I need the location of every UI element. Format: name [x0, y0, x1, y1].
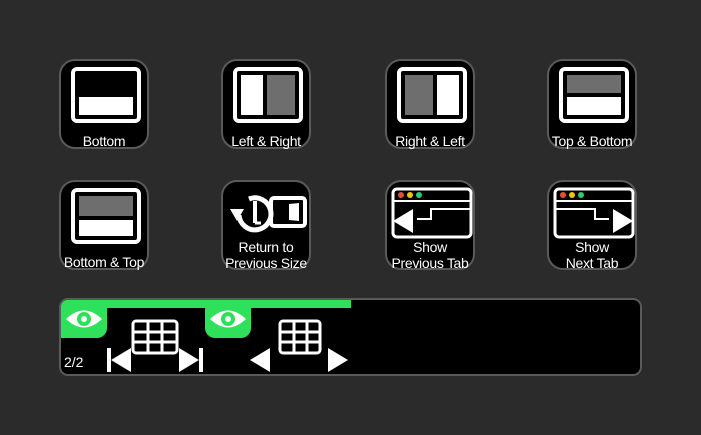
window-bottom-half-icon [71, 67, 141, 123]
restore-window-icon [230, 195, 307, 233]
prev-next-grid-control[interactable] [248, 318, 348, 374]
top-bottom-label: Top & Bottom [551, 133, 633, 149]
return-previous-size-label-line1: Return to [238, 239, 294, 255]
show-previous-tab-label-line1: Show [413, 239, 447, 255]
show-next-tab-button[interactable]: Show Next Tab [547, 180, 637, 271]
bottom-top-label: Bottom & Top [63, 254, 145, 270]
control-strip: 2/2 [59, 298, 642, 376]
left-right-label: Left & Right [231, 133, 301, 149]
top-bottom-button[interactable]: Top & Bottom [547, 59, 637, 149]
show-previous-tab-label-line2: Previous Tab [391, 255, 469, 271]
right-left-button[interactable]: Right & Left [385, 59, 475, 149]
window-top-bottom-split-icon [559, 67, 629, 123]
window-next-tab-icon [553, 187, 635, 239]
bottom-top-button[interactable]: Bottom & Top [59, 180, 149, 270]
bottom-button[interactable]: Bottom [59, 59, 149, 149]
grid-icon [278, 319, 322, 355]
grid-icon [131, 319, 179, 355]
first-last-grid-control[interactable] [105, 318, 205, 374]
return-previous-size-label-line2: Previous Size [225, 255, 307, 271]
right-left-label: Right & Left [395, 133, 465, 149]
show-next-tab-label-line1: Show [575, 239, 609, 255]
window-right-left-split-icon [397, 67, 467, 123]
window-bottom-top-split-icon [71, 188, 141, 244]
left-right-button[interactable]: Left & Right [221, 59, 311, 149]
bottom-label: Bottom [82, 133, 126, 149]
page-indicator: 2/2 [64, 354, 84, 370]
return-previous-size-button[interactable]: Return to Previous Size [221, 180, 311, 271]
window-left-right-split-icon [233, 67, 303, 123]
window-previous-tab-icon [391, 187, 473, 239]
show-next-tab-label-line2: Next Tab [565, 255, 619, 271]
show-previous-tab-button[interactable]: Show Previous Tab [385, 180, 475, 271]
eye-icon[interactable] [61, 300, 107, 338]
eye-icon[interactable] [205, 300, 251, 338]
